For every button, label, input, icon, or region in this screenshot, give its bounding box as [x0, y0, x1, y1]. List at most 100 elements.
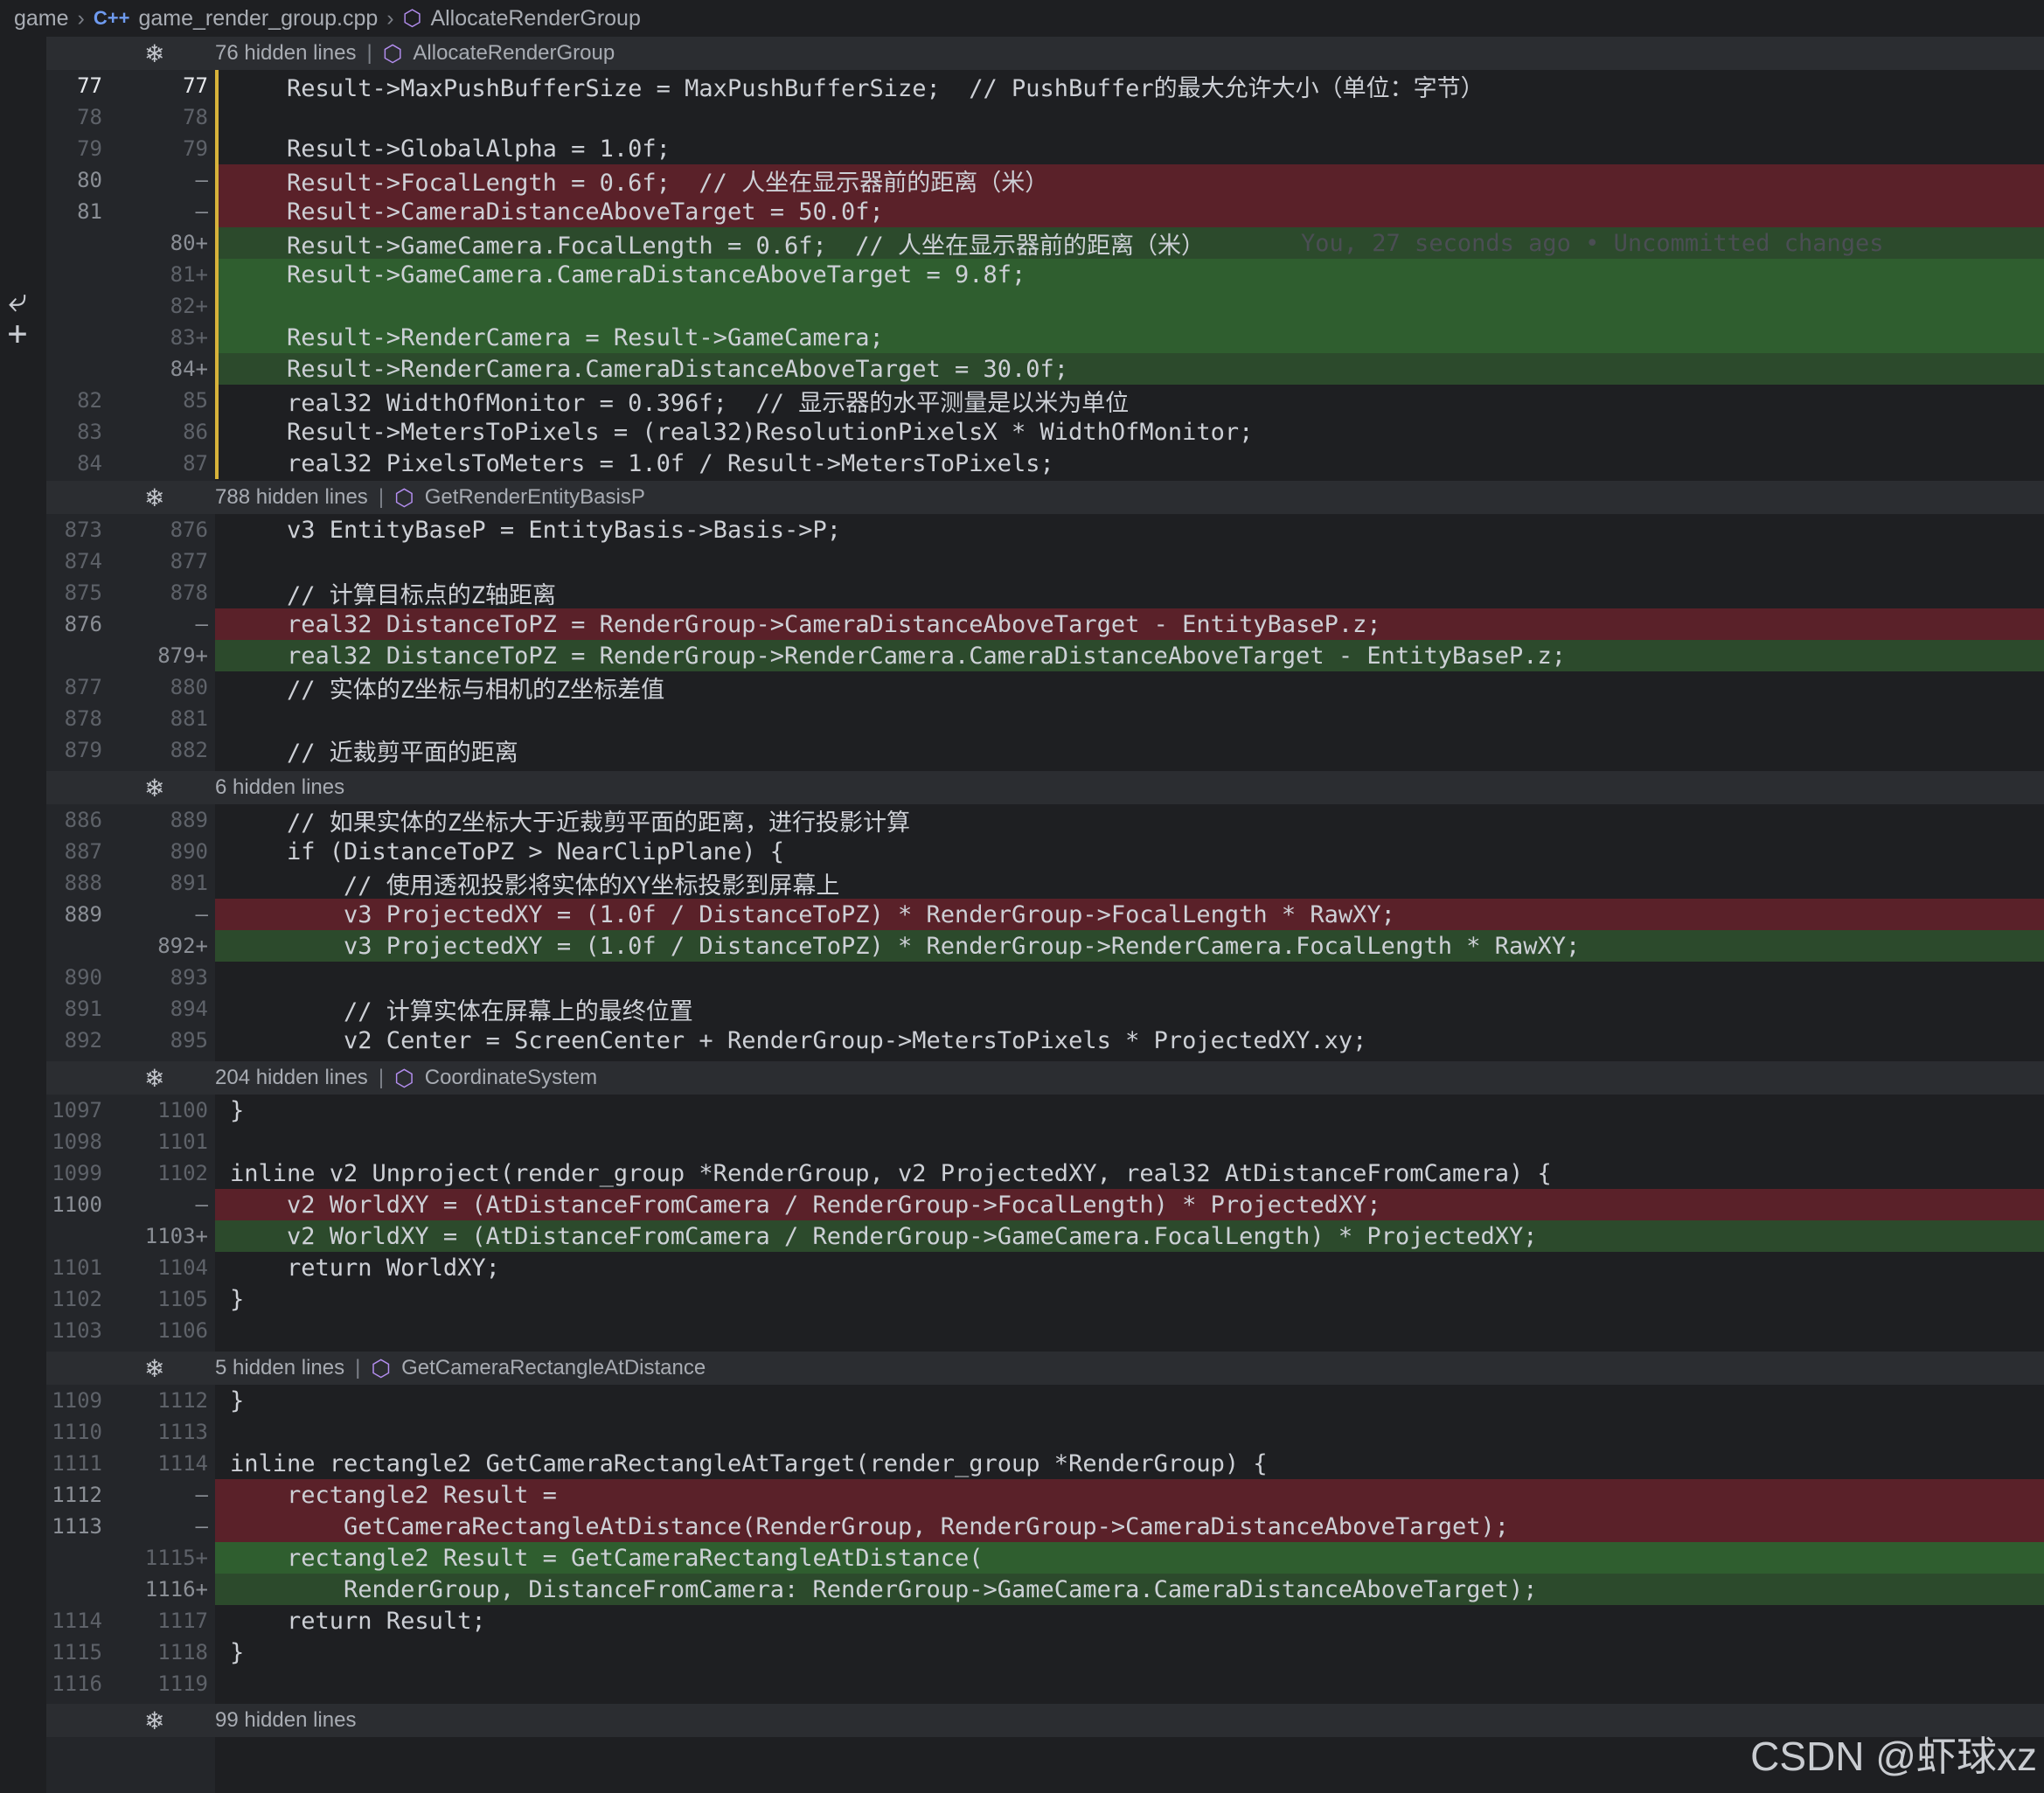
code-text[interactable]: // 如果实体的Z坐标大于近裁剪平面的距离，进行投影计算	[215, 803, 910, 837]
added-line[interactable]: 83+ Result->RenderCamera = Result->GameC…	[46, 322, 2044, 353]
code-cell[interactable]: v2 Center = ScreenCenter + RenderGroup->…	[215, 1025, 2044, 1056]
code-cell[interactable]: }	[215, 1283, 2044, 1315]
breadcrumb-file[interactable]: game_render_group.cpp	[138, 6, 378, 31]
code-text[interactable]: v2 Center = ScreenCenter + RenderGroup->…	[215, 1027, 1366, 1054]
code-text[interactable]: Result->FocalLength = 0.6f; // 人坐在显示器前的距…	[215, 163, 1048, 198]
context-line[interactable]: 878 881	[46, 703, 2044, 734]
code-cell[interactable]: // 使用透视投影将实体的XY坐标投影到屏幕上	[215, 867, 2044, 900]
context-line[interactable]: 887 890 if (DistanceToPZ > NearClipPlane)…	[46, 836, 2044, 867]
code-cell[interactable]: Result->FocalLength = 0.6f; // 人坐在显示器前的距…	[215, 163, 2044, 198]
code-text[interactable]: real32 PixelsToMeters = 1.0f / Result->M…	[215, 450, 1054, 477]
code-cell[interactable]: rectangle2 Result = GetCameraRectangleAt…	[215, 1542, 2044, 1574]
added-line[interactable]: 81+ Result->GameCamera.CameraDistanceAbo…	[46, 259, 2044, 290]
context-line[interactable]: 1097 1100}	[46, 1095, 2044, 1126]
code-text[interactable]: inline rectangle2 GetCameraRectangleAtTa…	[215, 1450, 1268, 1477]
breadcrumb-folder[interactable]: game	[14, 6, 69, 31]
code-cell[interactable]: // 计算目标点的Z轴距离	[215, 577, 2044, 609]
code-cell[interactable]: real32 DistanceToPZ = RenderGroup->Rende…	[215, 640, 2044, 671]
added-line[interactable]: 1103+ v2 WorldXY = (AtDistanceFromCamera…	[46, 1220, 2044, 1252]
code-cell[interactable]: inline rectangle2 GetCameraRectangleAtTa…	[215, 1448, 2044, 1479]
unfold-icon[interactable]: ❄	[144, 1706, 164, 1735]
context-line[interactable]: 82 85 real32 WidthOfMonitor = 0.396f; // …	[46, 385, 2044, 417]
code-cell[interactable]: real32 DistanceToPZ = RenderGroup->Camer…	[215, 608, 2044, 640]
code-text[interactable]: rectangle2 Result =	[215, 1482, 557, 1509]
code-cell[interactable]	[215, 1315, 2044, 1346]
code-text[interactable]: rectangle2 Result = GetCameraRectangleAt…	[215, 1545, 984, 1572]
fold-symbol-name[interactable]: GetRenderEntityBasisP	[425, 485, 645, 510]
deleted-line[interactable]: 1112 — rectangle2 Result =	[46, 1479, 2044, 1511]
fold-symbol-name[interactable]: GetCameraRectangleAtDistance	[401, 1356, 706, 1380]
hidden-lines-count[interactable]: 204 hidden lines	[215, 1066, 368, 1090]
context-line[interactable]: 1110 1113	[46, 1416, 2044, 1448]
code-cell[interactable]	[215, 290, 2044, 322]
context-line[interactable]: 874 877	[46, 546, 2044, 577]
context-line[interactable]: 890 893	[46, 962, 2044, 993]
code-cell[interactable]: v2 WorldXY = (AtDistanceFromCamera / Ren…	[215, 1189, 2044, 1220]
added-line[interactable]: 1115+ rectangle2 Result = GetCameraRecta…	[46, 1542, 2044, 1574]
code-cell[interactable]	[215, 1416, 2044, 1448]
code-cell[interactable]: inline v2 Unproject(render_group *Render…	[215, 1157, 2044, 1189]
code-text[interactable]: RenderGroup, DistanceFromCamera: RenderG…	[215, 1576, 1537, 1603]
code-cell[interactable]: Result->MaxPushBufferSize = MaxPushBuffe…	[215, 70, 2044, 102]
code-cell[interactable]: // 如果实体的Z坐标大于近裁剪平面的距离，进行投影计算	[215, 803, 2044, 837]
fold-symbol-name[interactable]: CoordinateSystem	[425, 1066, 597, 1090]
code-cell[interactable]: }	[215, 1637, 2044, 1668]
code-text[interactable]: v2 WorldXY = (AtDistanceFromCamera / Ren…	[215, 1192, 1381, 1219]
code-text[interactable]: inline v2 Unproject(render_group *Render…	[215, 1160, 1552, 1187]
code-cell[interactable]: v3 ProjectedXY = (1.0f / DistanceToPZ) *…	[215, 930, 2044, 962]
code-cell[interactable]: Result->MetersToPixels = (real32)Resolut…	[215, 416, 2044, 448]
code-text[interactable]: v3 ProjectedXY = (1.0f / DistanceToPZ) *…	[215, 901, 1395, 928]
added-line[interactable]: 879+ real32 DistanceToPZ = RenderGroup->…	[46, 640, 2044, 671]
deleted-line[interactable]: 81 — Result->CameraDistanceAboveTarget = …	[46, 196, 2044, 227]
context-line[interactable]: 84 87 real32 PixelsToMeters = 1.0f / Resu…	[46, 448, 2044, 479]
code-cell[interactable]: Result->GameCamera.FocalLength = 0.6f; /…	[215, 227, 2044, 260]
unfold-icon[interactable]: ❄	[144, 774, 164, 803]
code-cell[interactable]: Result->GameCamera.CameraDistanceAboveTa…	[215, 259, 2044, 290]
code-text[interactable]: return Result;	[215, 1608, 486, 1635]
hidden-lines-count[interactable]: 99 hidden lines	[215, 1708, 356, 1733]
code-text[interactable]: Result->RenderCamera.CameraDistanceAbove…	[215, 356, 1068, 383]
code-cell[interactable]: real32 PixelsToMeters = 1.0f / Result->M…	[215, 448, 2044, 479]
context-line[interactable]: 77 77 Result->MaxPushBufferSize = MaxPush…	[46, 70, 2044, 102]
code-cell[interactable]: real32 WidthOfMonitor = 0.396f; // 显示器的水…	[215, 385, 2044, 417]
code-cell[interactable]: v3 ProjectedXY = (1.0f / DistanceToPZ) *…	[215, 899, 2044, 930]
revert-change-icon[interactable]: ⤶	[0, 283, 35, 316]
stage-change-icon[interactable]: +	[0, 316, 35, 350]
deleted-line[interactable]: 1100 — v2 WorldXY = (AtDistanceFromCamera…	[46, 1189, 2044, 1220]
context-line[interactable]: 79 79 Result->GlobalAlpha = 1.0f;	[46, 133, 2044, 164]
context-line[interactable]: 1102 1105}	[46, 1283, 2044, 1315]
diff-view[interactable]: ❄ 76 hidden lines | ⬡ AllocateRenderGroup 77 7…	[46, 37, 2044, 1793]
added-line[interactable]: 1116+ RenderGroup, DistanceFromCamera: R…	[46, 1574, 2044, 1605]
code-text[interactable]: Result->CameraDistanceAboveTarget = 50.0…	[215, 198, 884, 226]
code-text[interactable]: // 计算实体在屏幕上的最终位置	[215, 992, 693, 1026]
code-text[interactable]: // 实体的Z坐标与相机的Z坐标差值	[215, 671, 664, 705]
context-line[interactable]: 1103 1106	[46, 1315, 2044, 1346]
context-line[interactable]: 1109 1112}	[46, 1385, 2044, 1416]
code-cell[interactable]: if (DistanceToPZ > NearClipPlane) {	[215, 836, 2044, 867]
context-line[interactable]: 78 78	[46, 101, 2044, 133]
code-text[interactable]: }	[215, 1387, 244, 1414]
context-line[interactable]: 1114 1117 return Result;	[46, 1605, 2044, 1637]
code-text[interactable]: }	[215, 1286, 244, 1313]
code-cell[interactable]	[215, 1668, 2044, 1699]
code-cell[interactable]: // 近裁剪平面的距离	[215, 734, 2044, 767]
code-text[interactable]: real32 DistanceToPZ = RenderGroup->Rende…	[215, 643, 1566, 670]
hidden-lines-fold[interactable]: ❄ 204 hidden lines | ⬡ CoordinateSystem	[46, 1061, 2044, 1095]
unfold-icon[interactable]: ❄	[144, 1354, 164, 1383]
context-line[interactable]: 879 882 // 近裁剪平面的距离	[46, 734, 2044, 767]
hidden-lines-count[interactable]: 6 hidden lines	[215, 775, 344, 800]
code-cell[interactable]: return WorldXY;	[215, 1252, 2044, 1283]
code-text[interactable]: }	[215, 1639, 244, 1666]
code-text[interactable]: return WorldXY;	[215, 1254, 500, 1282]
deleted-line[interactable]: 889 — v3 ProjectedXY = (1.0f / DistanceTo…	[46, 899, 2044, 930]
deleted-line[interactable]: 80 — Result->FocalLength = 0.6f; // 人坐在显示…	[46, 163, 2044, 198]
deleted-line[interactable]: 1113 — GetCameraRectangleAtDistance(Rende…	[46, 1511, 2044, 1542]
code-text[interactable]: Result->GlobalAlpha = 1.0f;	[215, 136, 671, 163]
code-cell[interactable]: Result->GlobalAlpha = 1.0f;	[215, 133, 2044, 164]
hidden-lines-count[interactable]: 5 hidden lines	[215, 1356, 344, 1380]
fold-symbol-name[interactable]: AllocateRenderGroup	[413, 41, 615, 66]
code-cell[interactable]: // 计算实体在屏幕上的最终位置	[215, 993, 2044, 1025]
code-text[interactable]: Result->MetersToPixels = (real32)Resolut…	[215, 419, 1253, 446]
code-cell[interactable]: GetCameraRectangleAtDistance(RenderGroup…	[215, 1511, 2044, 1542]
added-line[interactable]: 80+ Result->GameCamera.FocalLength = 0.6…	[46, 227, 2044, 260]
